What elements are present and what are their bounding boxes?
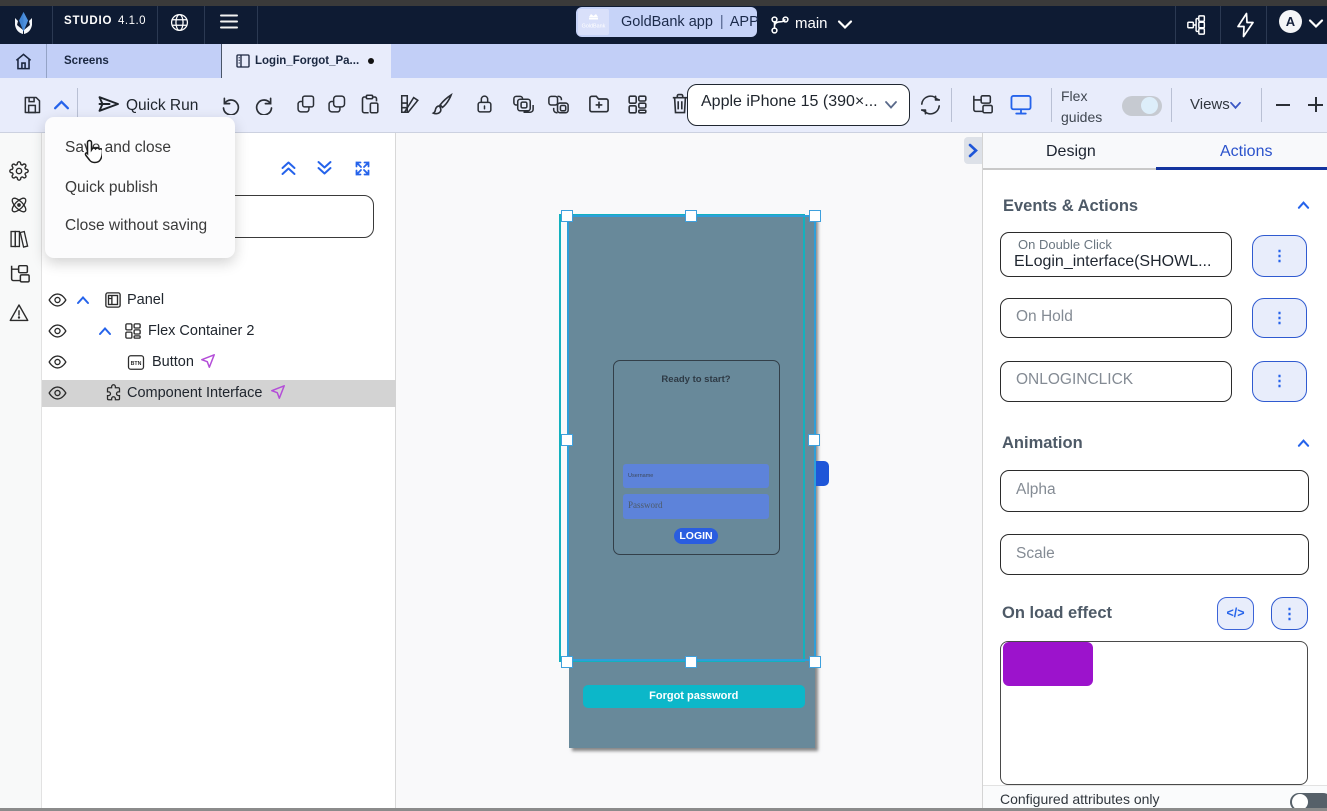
svg-text:GoldBank: GoldBank <box>582 24 606 30</box>
svg-text:BTN: BTN <box>131 361 142 367</box>
